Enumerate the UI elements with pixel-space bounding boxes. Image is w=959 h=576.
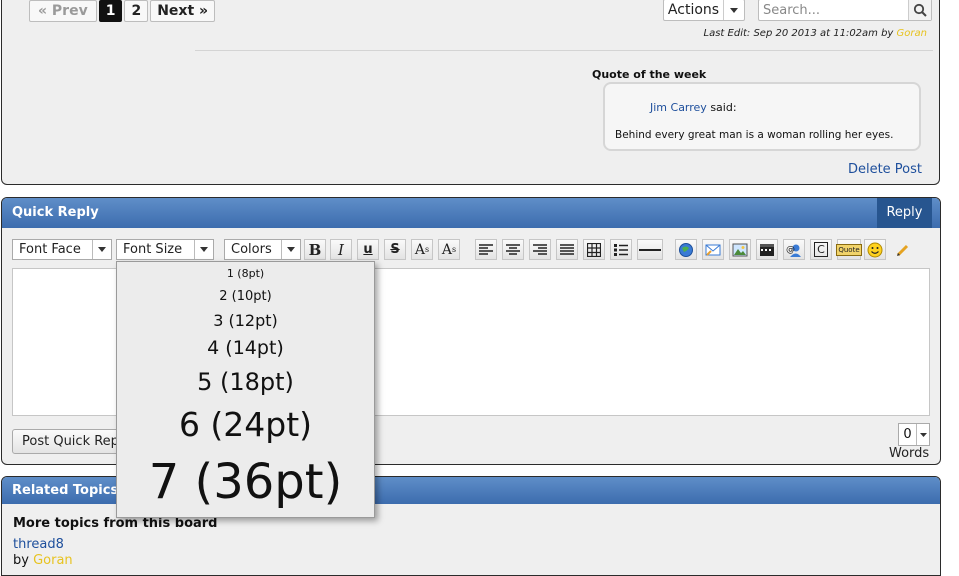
actions-dropdown[interactable]: Actions [663, 0, 745, 21]
svg-text:@: @ [786, 245, 795, 255]
strike-label: S [390, 242, 400, 257]
subscript-button[interactable]: As [438, 239, 460, 260]
quote-button[interactable]: Quote [836, 239, 862, 260]
smiley-icon[interactable] [864, 239, 886, 260]
colors-label: Colors [231, 242, 272, 257]
prev-page-button[interactable]: « Prev [29, 0, 97, 22]
italic-button[interactable]: I [330, 239, 352, 260]
last-edit-info: Last Edit: Sep 20 2013 at 11:02am by Gor… [704, 28, 927, 39]
copyright-button[interactable]: C [810, 239, 832, 260]
bold-label: B [308, 240, 322, 259]
chevron-down-icon [194, 240, 213, 259]
font-size-label: Font Size [123, 242, 183, 257]
search-box [758, 0, 932, 21]
link-globe-icon[interactable] [675, 239, 697, 260]
align-right-icon[interactable] [529, 239, 551, 260]
word-count-select[interactable]: 0 [898, 423, 930, 446]
search-icon[interactable] [908, 0, 931, 20]
quote-author-link[interactable]: Jim Carrey [650, 101, 707, 114]
delete-post-link[interactable]: Delete Post [848, 162, 922, 177]
align-left-icon[interactable] [475, 239, 497, 260]
chevron-down-icon [916, 424, 929, 445]
font-size-option-4[interactable]: 4 (14pt) [117, 339, 374, 358]
font-size-option-7[interactable]: 7 (36pt) [117, 458, 374, 506]
quote-text: Behind every great man is a woman rollin… [615, 129, 894, 141]
post-quick-reply-button[interactable]: Post Quick Reply [12, 429, 132, 454]
image-icon[interactable] [729, 239, 751, 260]
pagination: « Prev 1 2 Next » [29, 0, 216, 22]
align-center-icon[interactable] [502, 239, 524, 260]
underline-button[interactable]: u [357, 239, 379, 260]
sup-small: s [425, 245, 430, 254]
font-face-label: Font Face [19, 242, 81, 257]
search-input[interactable] [759, 1, 908, 19]
last-edit-text: Last Edit: Sep 20 2013 at 11:02am by [703, 28, 894, 39]
font-size-option-3[interactable]: 3 (12pt) [117, 313, 374, 329]
post-panel: « Prev 1 2 Next » Actions Last Edit: Sep… [1, 0, 940, 185]
font-face-select[interactable]: Font Face [12, 239, 112, 260]
divider [195, 50, 933, 51]
italic-label: I [338, 240, 344, 259]
next-page-button[interactable]: Next » [150, 0, 216, 22]
horizontal-rule-icon[interactable] [637, 239, 663, 260]
quote-box: Jim Carrey said: Behind every great man … [603, 82, 921, 151]
bold-button[interactable]: B [304, 239, 326, 260]
superscript-button[interactable]: As [411, 239, 433, 260]
topic-link[interactable]: thread8 [13, 537, 64, 552]
pencil-icon[interactable] [896, 243, 910, 261]
chevron-down-icon [723, 0, 744, 20]
reply-tab[interactable]: Reply [877, 198, 932, 228]
quote-label: Quote [836, 243, 862, 256]
words-label: Words [889, 446, 930, 461]
justify-icon[interactable] [556, 239, 578, 260]
font-size-option-2[interactable]: 2 (10pt) [117, 290, 374, 303]
user-mention-icon[interactable]: @ [783, 239, 805, 260]
list-icon[interactable] [610, 239, 632, 260]
video-icon[interactable] [756, 239, 778, 260]
topic-author: by Goran [13, 553, 73, 568]
sub-small: s [452, 245, 457, 254]
page-1-button[interactable]: 1 [98, 0, 123, 22]
sup-label: A [414, 241, 425, 258]
quote-author: Jim Carrey said: [650, 101, 737, 114]
chevron-down-icon [281, 240, 300, 259]
underline-label: u [363, 242, 373, 257]
quick-reply-header: Quick Reply Reply [2, 198, 940, 228]
quote-title: Quote of the week [592, 68, 707, 81]
topic-author-user[interactable]: Goran [33, 553, 73, 568]
font-size-option-6[interactable]: 6 (24pt) [117, 408, 374, 441]
related-topics-title: Related Topics [12, 483, 119, 498]
font-size-menu: 1 (8pt) 2 (10pt) 3 (12pt) 4 (14pt) 5 (18… [116, 261, 375, 518]
font-size-option-5[interactable]: 5 (18pt) [117, 370, 374, 394]
sub-label: A [441, 241, 452, 258]
quick-reply-title: Quick Reply [12, 205, 99, 220]
quote-said: said: [710, 101, 737, 114]
strikethrough-button[interactable]: S [384, 239, 406, 260]
font-size-option-1[interactable]: 1 (8pt) [117, 268, 374, 279]
by-label: by [13, 553, 29, 568]
word-count-value: 0 [903, 427, 912, 442]
email-icon[interactable] [702, 239, 724, 260]
copyright-label: C [814, 242, 828, 257]
table-icon[interactable] [583, 239, 605, 260]
page-2-button[interactable]: 2 [124, 0, 149, 22]
actions-label: Actions [667, 2, 720, 18]
font-size-select[interactable]: Font Size [116, 239, 214, 260]
colors-select[interactable]: Colors [224, 239, 301, 260]
more-topics-label: More topics from this board [13, 516, 218, 531]
chevron-down-icon [92, 240, 111, 259]
last-edit-user[interactable]: Goran [897, 28, 927, 39]
